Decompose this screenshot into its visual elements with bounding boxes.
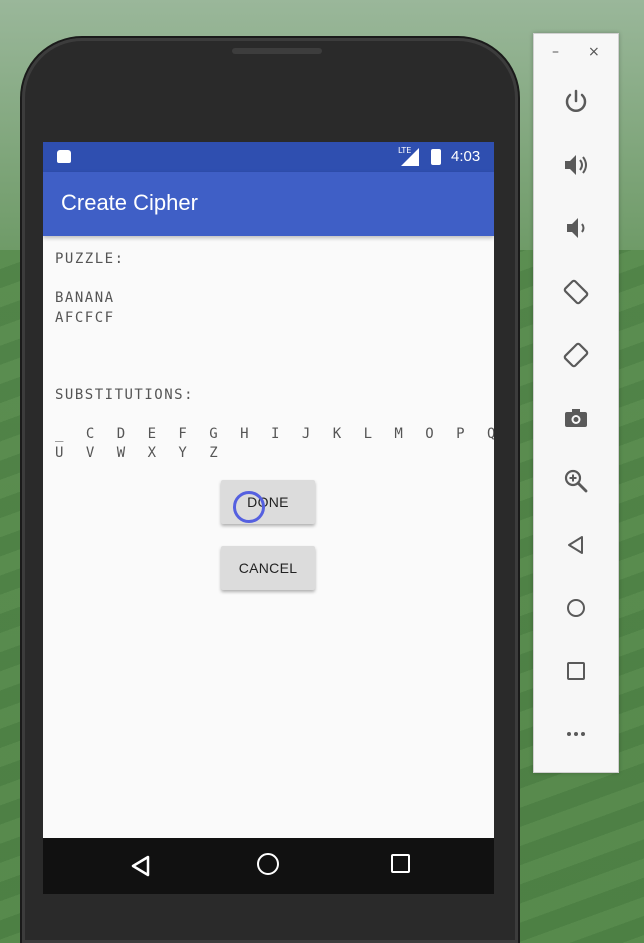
volume-down-icon[interactable] [558, 210, 594, 246]
phone-speaker [232, 48, 322, 54]
notification-icon [57, 150, 71, 163]
power-icon[interactable] [558, 84, 594, 120]
status-bar: LTE 4:03 [43, 142, 494, 172]
puzzle-label: PUZZLE: [55, 251, 125, 267]
home-icon[interactable] [257, 853, 279, 875]
status-time: 4:03 [451, 148, 481, 165]
minimize-button[interactable]: – [552, 44, 559, 60]
puzzle-ciphertext: AFCFCF [55, 310, 115, 326]
cancel-button[interactable]: CANCEL [221, 546, 315, 590]
touch-ripple [233, 491, 265, 523]
zoom-icon[interactable] [558, 463, 594, 499]
overview-icon[interactable] [391, 854, 410, 873]
substitutions-label: SUBSTITUTIONS: [55, 387, 195, 403]
network-type: LTE [398, 146, 412, 155]
battery-icon [431, 149, 441, 165]
substitutions-row-1[interactable]: _ C D E F G H I J K L M O P Q R S T [55, 426, 494, 442]
rotate-right-icon[interactable] [558, 337, 594, 373]
back-icon[interactable] [129, 854, 151, 878]
app-title: Create Cipher [61, 190, 198, 215]
camera-icon[interactable] [558, 400, 594, 436]
rotate-left-icon[interactable] [558, 274, 594, 310]
emulator-controls-panel: – × [533, 33, 619, 773]
more-icon[interactable] [558, 716, 594, 752]
volume-up-icon[interactable] [558, 147, 594, 183]
navigation-bar [43, 838, 494, 894]
device-screen: LTE 4:03 Create Cipher PUZZLE: BANANA AF… [43, 142, 494, 894]
overview-icon[interactable] [558, 653, 594, 689]
back-icon[interactable] [558, 527, 594, 563]
substitutions-row-2[interactable]: U V W X Y Z [55, 445, 225, 461]
app-bar: Create Cipher [43, 172, 494, 236]
home-icon[interactable] [558, 590, 594, 626]
close-button[interactable]: × [588, 44, 600, 60]
puzzle-plaintext: BANANA [55, 290, 115, 306]
